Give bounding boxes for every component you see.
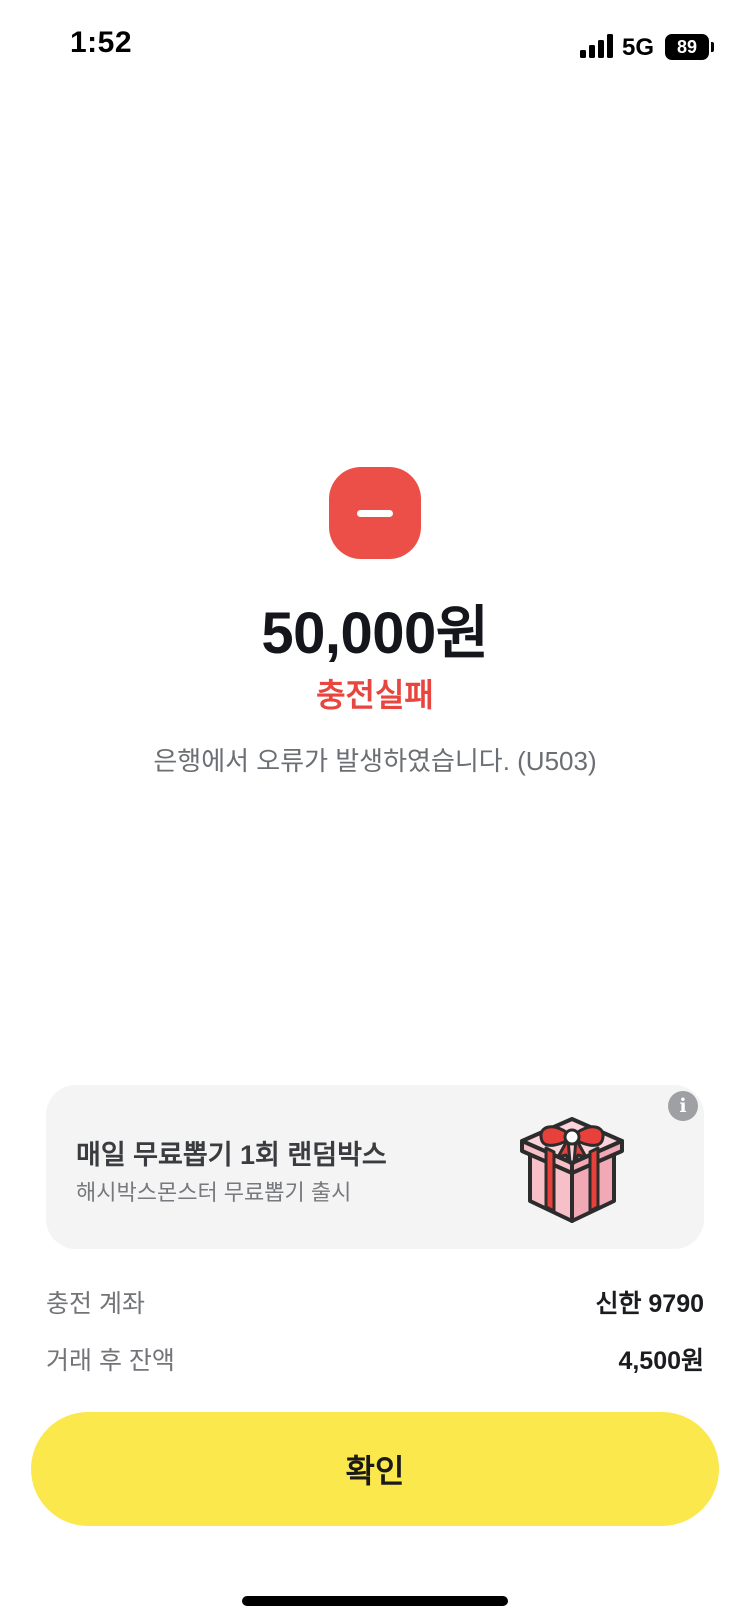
confirm-button[interactable]: 확인: [31, 1412, 719, 1526]
promo-subtitle: 해시박스몬스터 무료뽑기 출시: [76, 1180, 352, 1205]
charge-status: 충전실패: [316, 677, 434, 713]
account-label: 충전 계좌: [46, 1290, 145, 1318]
minus-icon: [329, 467, 421, 559]
status-bar: 1:52 5G 89: [0, 0, 750, 96]
error-message: 은행에서 오류가 발생하였습니다. (U503): [153, 746, 597, 776]
home-indicator[interactable]: [242, 1596, 508, 1606]
promo-banner[interactable]: 매일 무료뽑기 1회 랜덤박스 해시박스몬스터 무료뽑기 출시 i: [46, 1085, 704, 1249]
signal-icon: [580, 34, 613, 58]
detail-row-account: 충전 계좌 신한 9790: [46, 1284, 704, 1324]
charge-amount: 50,000원: [261, 601, 489, 666]
battery-icon: 89: [665, 34, 714, 60]
balance-value: 4,500원: [618, 1347, 704, 1375]
status-time: 1:52: [70, 26, 133, 59]
network-type: 5G: [622, 34, 655, 61]
battery-level: 89: [665, 34, 709, 60]
gift-box-icon: [520, 1117, 624, 1223]
info-icon[interactable]: i: [668, 1091, 698, 1121]
battery-tip: [711, 42, 714, 52]
detail-row-balance: 거래 후 잔액 4,500원: [46, 1341, 704, 1381]
account-value: 신한 9790: [595, 1290, 704, 1318]
balance-label: 거래 후 잔액: [46, 1347, 175, 1375]
promo-title: 매일 무료뽑기 1회 랜덤박스: [76, 1140, 387, 1170]
